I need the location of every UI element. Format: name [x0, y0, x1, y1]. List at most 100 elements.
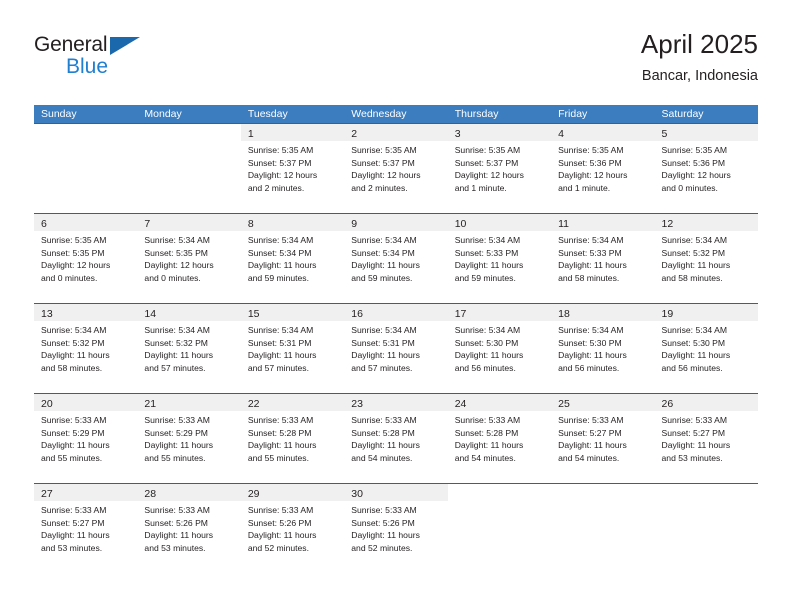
calendar-day-cell[interactable]: 22 Sunrise: 5:33 AM Sunset: 5:28 PM Dayligh… [240, 393, 345, 483]
calendar-day-cell[interactable]: 19 Sunrise: 5:34 AM Sunset: 5:30 PM Dayligh… [654, 303, 758, 393]
calendar-day-cell[interactable]: 5 Sunrise: 5:35 AM Sunset: 5:36 PM Daylight… [654, 123, 758, 213]
calendar-day-cell[interactable]: 14 Sunrise: 5:34 AM Sunset: 5:32 PM Dayligh… [137, 303, 241, 393]
calendar-grid: Sunday Monday Tuesday Wednesday Thursday Frid… [34, 105, 758, 573]
day-number-strip: 19 [654, 304, 758, 321]
daylight-text-line2: and 54 minutes. [558, 452, 620, 463]
calendar-day-cell[interactable]: 28 Sunrise: 5:33 AM Sunset: 5:26 PM Dayligh… [137, 483, 241, 573]
daylight-text-line1: Daylight: 12 hours [41, 260, 111, 271]
generalblue-logo[interactable]: General Blue [34, 34, 214, 90]
calendar-day-cell[interactable]: 2 Sunrise: 5:35 AM Sunset: 5:37 PM Daylight… [344, 123, 448, 213]
daylight-text-line2: and 54 minutes. [351, 452, 413, 463]
calendar-day-cell[interactable]: 7 Sunrise: 5:34 AM Sunset: 5:35 PM Daylight… [137, 213, 241, 303]
calendar-day-cell[interactable]: 17 Sunrise: 5:34 AM Sunset: 5:30 PM Dayligh… [447, 303, 552, 393]
day-number-strip: 21 [137, 394, 241, 411]
calendar-day-cell[interactable]: 6 Sunrise: 5:35 AM Sunset: 5:35 PM Daylight… [34, 213, 138, 303]
sunset-text: Sunset: 5:34 PM [247, 247, 312, 258]
day-number-strip: 23 [344, 394, 448, 411]
calendar-day-cell[interactable]: 30 Sunrise: 5:33 AM Sunset: 5:26 PM Dayligh… [344, 483, 448, 573]
day-number: 25 [558, 398, 570, 410]
calendar-day-cell[interactable]: 11 Sunrise: 5:34 AM Sunset: 5:33 PM Dayligh… [551, 213, 655, 303]
calendar-day-cell[interactable]: 8 Sunrise: 5:34 AM Sunset: 5:34 PM Daylight… [240, 213, 345, 303]
calendar-day-cell[interactable]: 20 Sunrise: 5:33 AM Sunset: 5:29 PM Dayligh… [34, 393, 138, 483]
sunset-text: Sunset: 5:37 PM [454, 157, 519, 168]
sunrise-text: Sunrise: 5:35 AM [41, 235, 107, 245]
calendar-day-cell[interactable]: 12 Sunrise: 5:34 AM Sunset: 5:32 PM Dayligh… [654, 213, 758, 303]
page-subtitle-location: Bancar, Indonesia [641, 68, 758, 84]
calendar-day-cell[interactable]: 18 Sunrise: 5:34 AM Sunset: 5:30 PM Dayligh… [551, 303, 655, 393]
daylight-text-line2: and 0 minutes. [41, 272, 98, 283]
daylight-text-line1: Daylight: 11 hours [454, 350, 524, 361]
daylight-text-line2: and 58 minutes. [661, 272, 723, 283]
day-number-strip [447, 484, 552, 501]
day-number-strip: 5 [654, 124, 758, 141]
day-number-strip: 4 [551, 124, 655, 141]
sunset-text: Sunset: 5:32 PM [661, 247, 726, 258]
weekday-header-monday: Monday [144, 108, 182, 120]
calendar-day-cell-empty [551, 483, 655, 573]
day-number: 11 [558, 218, 570, 230]
daylight-text-line1: Daylight: 11 hours [144, 530, 214, 541]
page-header: General Blue April 2025 Bancar, Indonesi… [34, 28, 758, 98]
calendar-day-cell[interactable]: 9 Sunrise: 5:34 AM Sunset: 5:34 PM Daylight… [344, 213, 448, 303]
day-details: Sunrise: 5:34 AM Sunset: 5:30 PM Daylight:… [551, 321, 654, 374]
sunset-text: Sunset: 5:29 PM [41, 427, 105, 438]
daylight-text-line2: and 52 minutes. [351, 542, 413, 553]
daylight-text-line2: and 56 minutes. [454, 362, 516, 373]
day-number: 2 [351, 128, 358, 140]
day-number-strip: 7 [137, 214, 241, 231]
calendar-week-row: 20 Sunrise: 5:33 AM Sunset: 5:29 PM Dayligh… [34, 393, 758, 483]
calendar-day-cell[interactable]: 3 Sunrise: 5:35 AM Sunset: 5:37 PM Daylight… [447, 123, 552, 213]
daylight-text-line2: and 2 minutes. [351, 182, 408, 193]
sunrise-text: Sunrise: 5:34 AM [144, 325, 210, 335]
calendar-day-cell[interactable]: 25 Sunrise: 5:33 AM Sunset: 5:27 PM Dayligh… [551, 393, 655, 483]
calendar-day-cell[interactable]: 13 Sunrise: 5:34 AM Sunset: 5:32 PM Dayligh… [34, 303, 138, 393]
sunrise-text: Sunrise: 5:34 AM [41, 325, 107, 335]
calendar-day-cell[interactable]: 29 Sunrise: 5:33 AM Sunset: 5:26 PM Dayligh… [240, 483, 345, 573]
day-number: 3 [454, 128, 461, 140]
day-number: 20 [41, 398, 53, 410]
calendar-day-cell[interactable]: 15 Sunrise: 5:34 AM Sunset: 5:31 PM Dayligh… [240, 303, 345, 393]
calendar-day-cell[interactable]: 4 Sunrise: 5:35 AM Sunset: 5:36 PM Daylight… [551, 123, 655, 213]
day-details: Sunrise: 5:33 AM Sunset: 5:26 PM Daylight:… [344, 501, 447, 554]
daylight-text-line1: Daylight: 11 hours [661, 440, 731, 451]
day-details: Sunrise: 5:34 AM Sunset: 5:35 PM Daylight:… [137, 231, 240, 284]
sunset-text: Sunset: 5:27 PM [661, 427, 726, 438]
sunset-text: Sunset: 5:35 PM [41, 247, 105, 258]
daylight-text-line2: and 1 minute. [454, 182, 507, 193]
daylight-text-line2: and 1 minute. [558, 182, 611, 193]
sunset-text: Sunset: 5:33 PM [558, 247, 622, 258]
calendar-day-cell[interactable]: 16 Sunrise: 5:34 AM Sunset: 5:31 PM Dayligh… [344, 303, 448, 393]
sunset-text: Sunset: 5:27 PM [558, 427, 622, 438]
day-number: 8 [247, 218, 254, 230]
day-number-strip: 17 [447, 304, 552, 321]
sunrise-text: Sunrise: 5:33 AM [558, 415, 624, 425]
calendar-day-cell[interactable]: 27 Sunrise: 5:33 AM Sunset: 5:27 PM Dayligh… [34, 483, 138, 573]
daylight-text-line1: Daylight: 11 hours [351, 440, 420, 451]
day-number: 21 [144, 398, 157, 410]
sunset-text: Sunset: 5:30 PM [661, 337, 726, 348]
calendar-page: General Blue April 2025 Bancar, Indonesi… [0, 0, 792, 612]
day-details: Sunrise: 5:33 AM Sunset: 5:26 PM Daylight:… [137, 501, 240, 554]
daylight-text-line2: and 53 minutes. [41, 542, 103, 553]
daylight-text-line2: and 57 minutes. [144, 362, 206, 373]
day-details: Sunrise: 5:33 AM Sunset: 5:26 PM Daylight:… [241, 501, 344, 554]
day-number: 17 [454, 308, 467, 320]
day-number-strip: 22 [240, 394, 345, 411]
day-details: Sunrise: 5:34 AM Sunset: 5:32 PM Daylight:… [137, 321, 240, 374]
calendar-day-cell[interactable]: 1 Sunrise: 5:35 AM Sunset: 5:37 PM Daylight… [240, 123, 345, 213]
day-number-strip [34, 124, 138, 141]
daylight-text-line1: Daylight: 12 hours [558, 170, 628, 181]
day-number: 5 [661, 128, 668, 140]
day-number: 1 [247, 128, 254, 140]
daylight-text-line1: Daylight: 11 hours [661, 350, 731, 361]
day-number-strip: 28 [137, 484, 241, 501]
calendar-day-cell[interactable]: 23 Sunrise: 5:33 AM Sunset: 5:28 PM Dayligh… [344, 393, 448, 483]
calendar-day-cell[interactable]: 24 Sunrise: 5:33 AM Sunset: 5:28 PM Dayligh… [447, 393, 552, 483]
calendar-day-cell[interactable]: 10 Sunrise: 5:34 AM Sunset: 5:33 PM Dayligh… [447, 213, 552, 303]
daylight-text-line1: Daylight: 11 hours [247, 350, 317, 361]
page-title: April 2025 [640, 29, 758, 59]
daylight-text-line1: Daylight: 11 hours [454, 260, 524, 271]
calendar-day-cell[interactable]: 26 Sunrise: 5:33 AM Sunset: 5:27 PM Dayligh… [654, 393, 758, 483]
calendar-day-cell[interactable]: 21 Sunrise: 5:33 AM Sunset: 5:29 PM Dayligh… [137, 393, 241, 483]
sunrise-text: Sunrise: 5:33 AM [454, 415, 521, 425]
